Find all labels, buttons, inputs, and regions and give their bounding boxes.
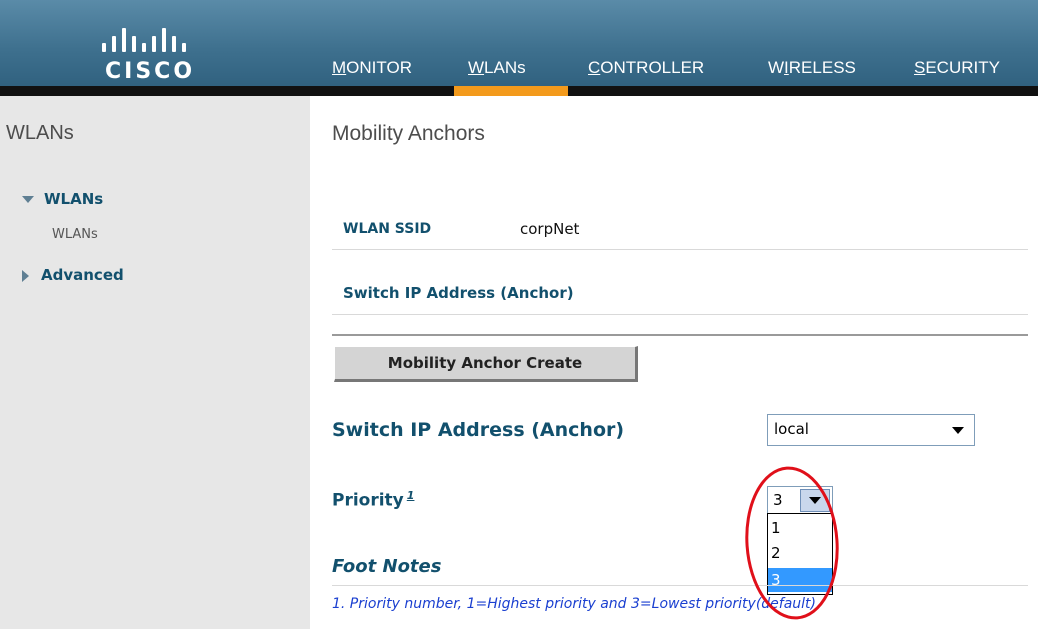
highlight-ellipse-icon <box>745 466 839 620</box>
